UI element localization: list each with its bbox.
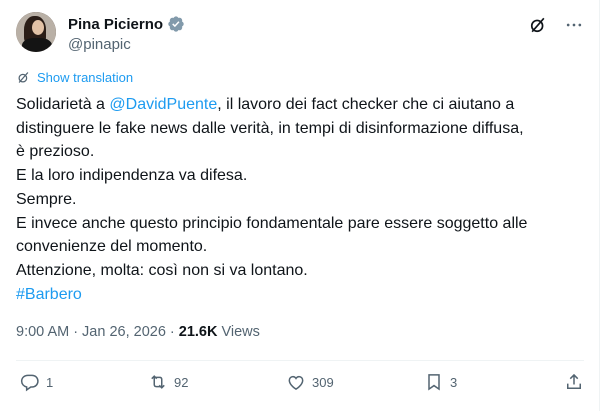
verified-badge-icon xyxy=(168,16,184,32)
author-handle[interactable]: @pinapic xyxy=(68,36,131,53)
tweet-time[interactable]: 9:00 AM xyxy=(16,324,69,340)
more-icon[interactable] xyxy=(564,15,584,35)
translate-icon xyxy=(18,72,29,83)
tweet-line: Sempre. xyxy=(16,190,77,208)
repost-button[interactable]: 92 xyxy=(148,372,188,392)
tweet-date[interactable]: Jan 26, 2026 xyxy=(82,324,166,340)
avatar[interactable] xyxy=(16,12,56,52)
meta-separator: · xyxy=(73,324,79,340)
repost-count: 92 xyxy=(174,374,189,390)
hashtag-link[interactable]: #Barbero xyxy=(16,286,82,303)
author-name-row[interactable]: Pina Picierno xyxy=(68,15,185,33)
tweet-text-segment: Solidarietà a xyxy=(16,96,110,113)
bookmark-count: 3 xyxy=(450,374,458,390)
author-display-name[interactable]: Pina Picierno xyxy=(68,16,163,33)
action-bar: 1 92 309 3 xyxy=(16,372,584,400)
tweet-line: Solidarietà a @DavidPuente, il lavoro de… xyxy=(16,93,586,117)
bookmark-icon xyxy=(428,374,440,391)
repost-icon xyxy=(151,375,165,389)
show-translation-label: Show translation xyxy=(37,70,134,85)
views-count[interactable]: 21.6K xyxy=(179,324,218,340)
bookmark-button[interactable]: 3 xyxy=(424,372,457,392)
views-label: Views xyxy=(221,324,260,340)
reply-icon xyxy=(20,374,39,392)
meta-separator: · xyxy=(169,324,175,340)
reply-button[interactable]: 1 xyxy=(20,372,53,392)
tweet-line: convenienze del momento. xyxy=(16,238,208,256)
tweet-line: E la loro indipendenza va difesa. xyxy=(16,167,248,185)
tweet-line: Attenzione, molta: così non si va lontan… xyxy=(16,261,308,279)
like-icon xyxy=(288,375,304,390)
tweet-meta: 9:00 AM · Jan 26, 2026 · 21.6K Views xyxy=(16,324,260,340)
tweet-text-segment: , il lavoro dei fact checker che ci aiut… xyxy=(217,96,515,113)
share-button[interactable] xyxy=(564,372,584,392)
grok-icon[interactable] xyxy=(528,15,548,35)
tweet-header: Pina Picierno @pinapic xyxy=(16,12,584,54)
show-translation-link[interactable]: Show translation xyxy=(16,70,133,85)
tweet-text: Solidarietà a @DavidPuente, il lavoro de… xyxy=(16,93,586,306)
reply-count: 1 xyxy=(46,374,54,390)
tweet-line: E invece anche questo principio fondamen… xyxy=(16,214,528,232)
like-button[interactable]: 309 xyxy=(286,372,334,392)
tweet-line: distinguere le fake news dalle verità, i… xyxy=(16,119,524,137)
share-icon xyxy=(567,373,581,389)
tweet-line: è prezioso. xyxy=(16,143,95,161)
mention-link[interactable]: @DavidPuente xyxy=(109,96,217,113)
like-count: 309 xyxy=(312,374,334,390)
divider xyxy=(16,360,584,361)
